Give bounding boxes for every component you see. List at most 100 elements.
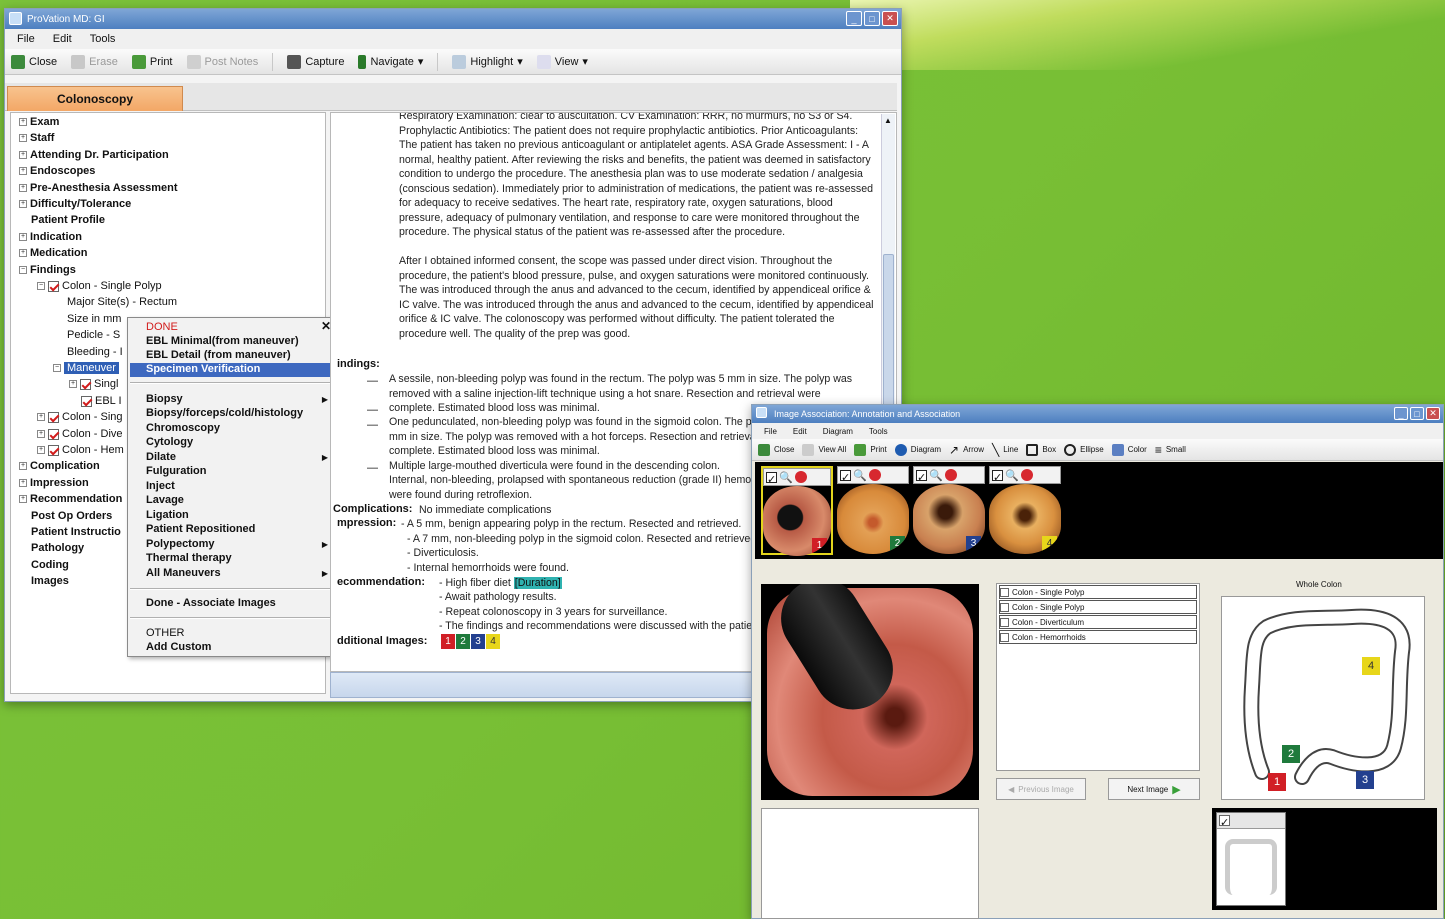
checkbox[interactable]: [1000, 602, 1009, 612]
maximize-button[interactable]: □: [864, 11, 880, 26]
checkbox[interactable]: [1000, 587, 1009, 597]
view-button[interactable]: View ▾: [536, 54, 588, 69]
tree-item-pathology[interactable]: Pathology: [31, 542, 84, 554]
menu-item-specimen-verification[interactable]: Specimen Verification: [146, 363, 260, 375]
expand-icon[interactable]: +: [19, 249, 27, 257]
duration-field[interactable]: [Duration]: [513, 577, 562, 589]
image-marker-2[interactable]: 2: [456, 634, 470, 649]
notes-pane[interactable]: [761, 808, 979, 919]
tree-item-ebl[interactable]: EBL I: [81, 395, 122, 407]
menu-item-thermal-therapy[interactable]: Thermal therapy: [146, 552, 232, 564]
arrow-tool-button[interactable]: ↗ Arrow: [949, 443, 984, 457]
scroll-up-icon[interactable]: ▲: [884, 116, 892, 125]
close-window-button[interactable]: ✕: [1426, 407, 1440, 420]
tree-item-staff[interactable]: + Staff: [19, 132, 54, 144]
checkbox[interactable]: ✓: [992, 469, 1003, 484]
maximize-button[interactable]: □: [1410, 407, 1424, 420]
tree-item-colon-dive[interactable]: + Colon - Dive: [37, 428, 123, 440]
checkbox[interactable]: [48, 411, 59, 423]
image-marker-4[interactable]: 4: [486, 634, 500, 649]
menu-item-patient-repositioned[interactable]: Patient Repositioned: [146, 523, 255, 535]
tree-item-exam[interactable]: + Exam: [19, 116, 59, 128]
menu-item-polypectomy[interactable]: Polypectomy: [146, 538, 214, 550]
list-item-diverticulum[interactable]: Colon - Diverticulum: [999, 615, 1197, 629]
close-window-button[interactable]: ✕: [882, 11, 898, 26]
menu-item-done[interactable]: DONE: [146, 321, 178, 333]
tree-item-colon-sing[interactable]: + Colon - Sing: [37, 411, 123, 423]
diagram-marker-2[interactable]: 2: [1282, 745, 1300, 763]
checkbox[interactable]: [1000, 632, 1009, 642]
tree-item-preanesthesia[interactable]: + Pre-Anesthesia Assessment: [19, 182, 178, 194]
view-all-button[interactable]: View All: [802, 443, 846, 456]
expand-icon[interactable]: +: [19, 462, 27, 470]
diagram-button[interactable]: Diagram: [894, 443, 941, 456]
delete-icon[interactable]: [868, 469, 881, 481]
menu-edit[interactable]: Edit: [53, 33, 72, 45]
close-button[interactable]: Close: [758, 443, 794, 456]
expand-icon[interactable]: +: [19, 151, 27, 159]
tab-colonoscopy[interactable]: Colonoscopy: [7, 86, 183, 111]
expand-icon[interactable]: +: [69, 380, 77, 388]
box-tool-button[interactable]: Box: [1026, 443, 1056, 456]
thumbnail-1[interactable]: ✓ 🔍 1: [761, 466, 833, 556]
highlight-button[interactable]: Highlight ▾: [452, 54, 523, 69]
navigate-button[interactable]: Navigate ▾: [358, 54, 423, 69]
tree-item-difficulty[interactable]: + Difficulty/Tolerance: [19, 198, 131, 210]
zoom-icon[interactable]: 🔍: [853, 469, 867, 482]
tree-item-single-polyp[interactable]: − Colon - Single Polyp: [37, 280, 162, 292]
expand-icon[interactable]: +: [19, 495, 27, 503]
delete-icon[interactable]: [794, 471, 807, 483]
tree-item-medication[interactable]: + Medication: [19, 247, 87, 259]
next-image-button[interactable]: Next Image ▶: [1108, 778, 1200, 800]
color-button[interactable]: Color: [1111, 443, 1147, 456]
checkbox[interactable]: [81, 395, 92, 407]
print-button[interactable]: Print: [854, 443, 887, 456]
zoom-icon[interactable]: 🔍: [929, 469, 943, 482]
list-item-single-polyp-2[interactable]: Colon - Single Polyp: [999, 600, 1197, 614]
checkbox[interactable]: ✓: [1219, 815, 1230, 829]
tree-item-endoscopes[interactable]: + Endoscopes: [19, 165, 95, 177]
image-marker-3[interactable]: 3: [471, 634, 485, 649]
tree-item-attending[interactable]: + Attending Dr. Participation: [19, 149, 169, 161]
tree-item-major-sites[interactable]: Major Site(s) - Rectum: [67, 296, 177, 308]
image-marker-1[interactable]: 1: [441, 634, 455, 649]
expand-icon[interactable]: +: [19, 200, 27, 208]
previous-image-button[interactable]: ◀ Previous Image: [996, 778, 1086, 800]
menu-item-all-maneuvers[interactable]: All Maneuvers: [146, 567, 221, 579]
tree-item-findings[interactable]: − Findings: [19, 264, 76, 276]
menu-item-cytology[interactable]: Cytology: [146, 436, 193, 448]
tree-item-single[interactable]: + Singl: [69, 378, 118, 390]
tree-item-complication[interactable]: + Complication: [19, 460, 100, 472]
menu-item-ebl-minimal[interactable]: EBL Minimal(from maneuver): [146, 335, 299, 347]
tree-item-patient-instructions[interactable]: Patient Instructio: [31, 526, 121, 538]
small-button[interactable]: ≡ Small: [1155, 443, 1186, 457]
diagram-thumbnail[interactable]: ✓: [1216, 812, 1286, 906]
collapse-icon[interactable]: −: [53, 364, 61, 372]
line-tool-button[interactable]: ╲ Line: [992, 443, 1018, 457]
menu-tools[interactable]: Tools: [90, 33, 116, 45]
checkbox[interactable]: [1000, 617, 1009, 627]
expand-icon[interactable]: +: [19, 479, 27, 487]
checkbox[interactable]: [80, 378, 91, 390]
checkbox[interactable]: ✓: [916, 469, 927, 484]
tree-item-colon-hem[interactable]: + Colon - Hem: [37, 444, 124, 456]
zoom-icon[interactable]: 🔍: [779, 471, 793, 484]
tree-item-indication[interactable]: + Indication: [19, 231, 82, 243]
post-notes-button[interactable]: Post Notes: [186, 54, 258, 69]
minimize-button[interactable]: _: [1394, 407, 1408, 420]
tree-item-pedicle[interactable]: Pedicle - S: [67, 329, 120, 341]
tree-item-maneuver[interactable]: − Maneuver: [53, 362, 119, 374]
menu-item-dilate[interactable]: Dilate: [146, 451, 176, 463]
list-item-hemorrhoids[interactable]: Colon - Hemorrhoids: [999, 630, 1197, 644]
tree-item-patient-profile[interactable]: Patient Profile: [31, 214, 105, 226]
thumbnail-3[interactable]: ✓ 🔍 3: [913, 466, 985, 555]
menu-item-biopsy[interactable]: Biopsy: [146, 393, 183, 405]
expand-icon[interactable]: +: [19, 184, 27, 192]
checkbox[interactable]: [48, 280, 59, 292]
zoom-icon[interactable]: 🔍: [1005, 469, 1019, 482]
tree-item-coding[interactable]: Coding: [31, 559, 69, 571]
diagram-marker-3[interactable]: 3: [1356, 771, 1374, 789]
menu-item-chromoscopy[interactable]: Chromoscopy: [146, 422, 220, 434]
menu-file[interactable]: File: [764, 427, 777, 436]
menu-item-inject[interactable]: Inject: [146, 480, 175, 492]
